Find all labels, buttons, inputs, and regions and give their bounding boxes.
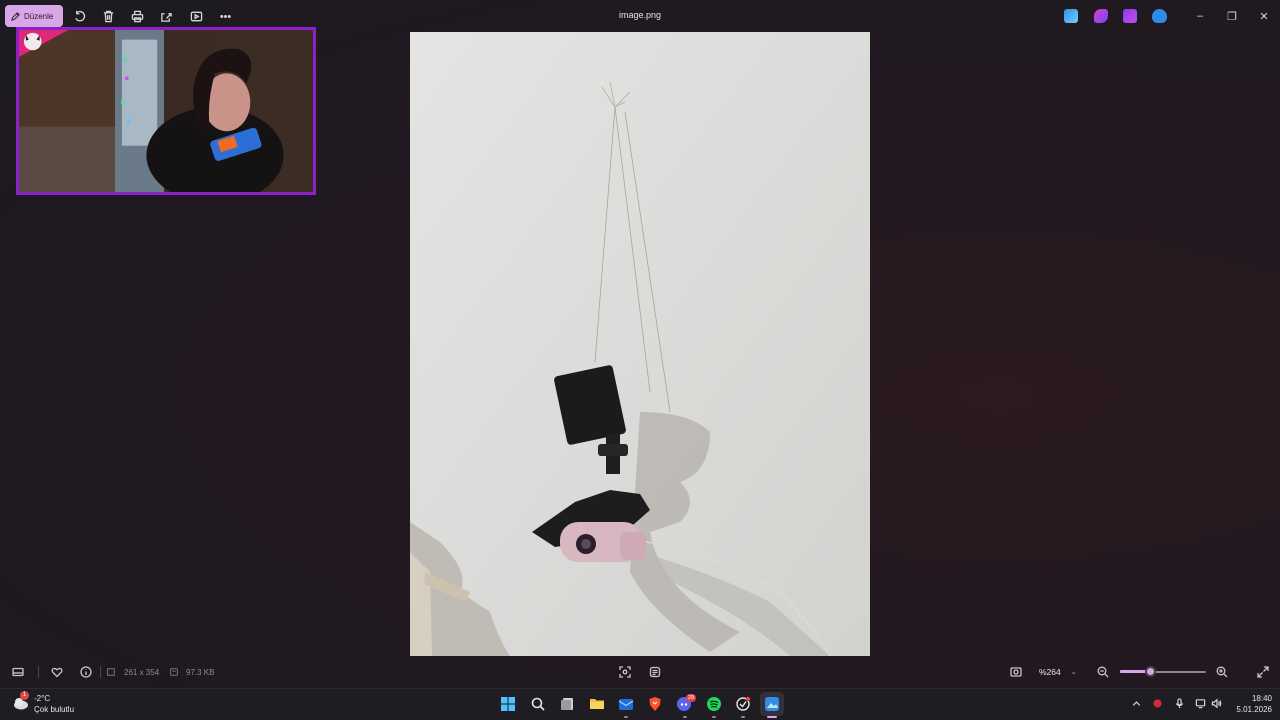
task-view-button[interactable] xyxy=(558,694,578,714)
file-title: image.png xyxy=(618,10,662,20)
brave-icon xyxy=(649,697,661,711)
chevron-down-icon: ⌄ xyxy=(1070,668,1077,676)
image-dimensions: 261 x 354 xyxy=(124,668,160,677)
photos-taskbar-button[interactable] xyxy=(762,694,782,714)
zoom-in-icon[interactable] xyxy=(1215,665,1229,679)
fit-view-icon[interactable] xyxy=(1009,665,1023,679)
running-indicator xyxy=(741,716,745,718)
streaming-app-button[interactable] xyxy=(733,694,753,714)
file-size-icon xyxy=(169,665,179,679)
zoom-slider-thumb[interactable] xyxy=(1144,666,1156,677)
minimize-button[interactable]: – xyxy=(1192,8,1208,24)
active-indicator xyxy=(767,716,777,718)
separator xyxy=(100,666,101,678)
slideshow-icon[interactable] xyxy=(187,7,205,25)
mail-icon xyxy=(618,699,634,710)
clipchamp-app-icon[interactable] xyxy=(1123,9,1137,23)
photo-canvas xyxy=(410,32,870,656)
print-icon[interactable] xyxy=(128,7,146,25)
filmstrip-icon[interactable] xyxy=(11,665,25,679)
edit-icon xyxy=(11,11,20,21)
tray-app-icon[interactable] xyxy=(1151,697,1164,710)
zoom-dropdown[interactable]: %264 ⌄ xyxy=(1032,662,1086,681)
fullscreen-icon[interactable] xyxy=(1256,665,1270,679)
restore-button[interactable]: ❐ xyxy=(1224,8,1240,24)
file-explorer-button[interactable] xyxy=(587,694,607,714)
start-button[interactable] xyxy=(498,694,518,714)
microphone-icon[interactable] xyxy=(1173,697,1186,710)
clock-date[interactable]: 5.01.2026 xyxy=(1222,705,1272,714)
search-icon xyxy=(531,697,545,711)
running-indicator xyxy=(712,716,716,718)
more-icon[interactable] xyxy=(216,7,234,25)
running-indicator xyxy=(624,716,628,718)
search-button[interactable] xyxy=(528,694,548,714)
spotify-button[interactable] xyxy=(704,694,724,714)
dimensions-icon xyxy=(106,665,116,679)
brave-browser-button[interactable] xyxy=(645,694,665,714)
photos-icon xyxy=(765,697,779,711)
file-info-icon[interactable] xyxy=(79,665,93,679)
mail-app-button[interactable] xyxy=(616,694,636,714)
tray-overflow-icon[interactable] xyxy=(1130,697,1143,710)
file-size: 97.3 KB xyxy=(186,668,215,677)
share-icon[interactable] xyxy=(157,7,175,25)
separator xyxy=(38,666,39,678)
webcam-overlay xyxy=(16,27,316,195)
onedrive-icon[interactable] xyxy=(1152,9,1167,23)
favorite-icon[interactable] xyxy=(50,665,64,679)
close-button[interactable]: ✕ xyxy=(1256,8,1272,24)
task-view-icon xyxy=(561,698,573,710)
clock-time[interactable]: 18:40 xyxy=(1232,694,1272,703)
running-indicator xyxy=(683,716,687,718)
taskbar xyxy=(0,688,1280,720)
zoom-out-icon[interactable] xyxy=(1096,665,1110,679)
windows-icon xyxy=(501,697,515,711)
visual-search-icon[interactable] xyxy=(618,665,632,679)
weather-desc: Çok bulutlu xyxy=(34,705,75,714)
weather-temp: -2°C xyxy=(34,694,51,703)
edit-button[interactable]: Düzenle xyxy=(5,5,63,27)
rotate-icon[interactable] xyxy=(70,7,88,25)
photos-app-icon[interactable] xyxy=(1064,9,1078,23)
spotify-icon xyxy=(707,697,721,711)
text-scan-icon[interactable] xyxy=(648,665,662,679)
zoom-label: %264 xyxy=(1039,666,1061,677)
network-icon[interactable] xyxy=(1194,697,1207,710)
edit-label: Düzenle xyxy=(24,11,54,21)
designer-app-icon[interactable] xyxy=(1094,9,1108,23)
streaming-app-icon xyxy=(736,696,751,711)
delete-icon[interactable] xyxy=(99,7,117,25)
folder-icon xyxy=(590,699,604,709)
discord-badge: 29 xyxy=(686,694,696,702)
weather-alert-badge: 1 xyxy=(20,691,29,700)
